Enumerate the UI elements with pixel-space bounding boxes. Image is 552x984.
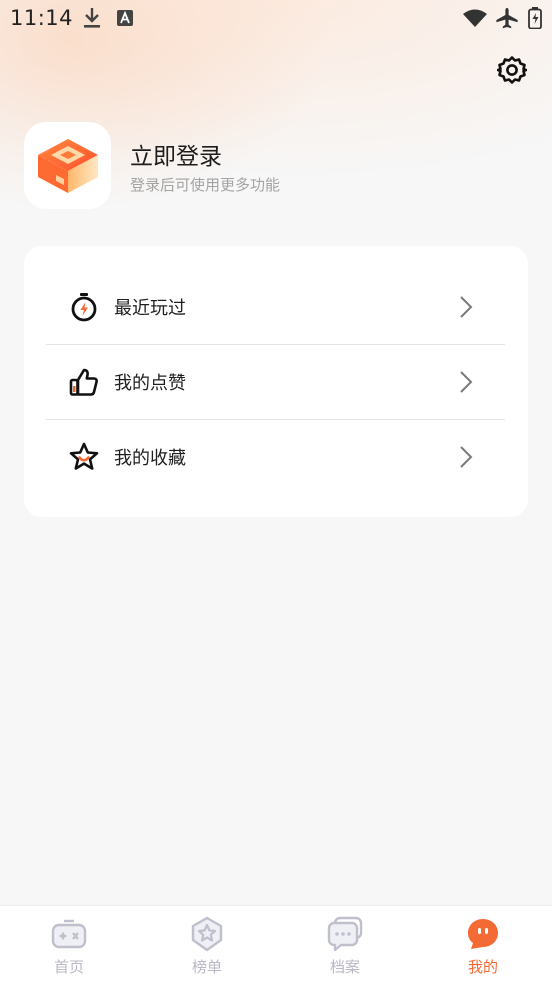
tab-rankings[interactable]: 榜单 bbox=[138, 906, 276, 984]
settings-button[interactable] bbox=[494, 52, 530, 88]
stopwatch-icon bbox=[71, 293, 97, 322]
chat-bubbles-icon bbox=[327, 916, 363, 952]
menu-item-recently-played[interactable]: 最近玩过 bbox=[24, 269, 528, 343]
tab-archive[interactable]: 档案 bbox=[276, 906, 414, 984]
download-icon bbox=[82, 6, 102, 34]
chevron-right-icon bbox=[460, 296, 473, 318]
star-icon bbox=[69, 442, 99, 470]
battery-icon bbox=[528, 7, 542, 33]
bottom-tab-bar: 首页 榜单 档案 我的 bbox=[0, 905, 552, 984]
profile-bubble-icon bbox=[468, 919, 498, 949]
tab-label: 我的 bbox=[467, 958, 498, 976]
tab-label: 首页 bbox=[53, 958, 84, 976]
status-time: 11:14 bbox=[10, 6, 74, 30]
gamepad-icon bbox=[51, 919, 87, 949]
chevron-right-icon bbox=[460, 446, 473, 468]
login-title[interactable]: 立即登录 bbox=[130, 137, 222, 171]
menu-item-label: 我的收藏 bbox=[114, 448, 186, 469]
thumbs-up-icon bbox=[69, 368, 98, 396]
chevron-right-icon bbox=[460, 371, 473, 393]
airplane-mode-icon bbox=[495, 7, 519, 33]
text-a-icon bbox=[116, 9, 134, 31]
menu-card: 最近玩过 我的点赞 我的收藏 bbox=[24, 246, 528, 517]
tab-label: 榜单 bbox=[191, 958, 222, 976]
app-logo[interactable] bbox=[24, 122, 111, 209]
status-bar: 11:14 bbox=[0, 0, 552, 36]
tab-mine[interactable]: 我的 bbox=[414, 906, 552, 984]
tab-label: 档案 bbox=[329, 958, 360, 976]
app-logo-icon bbox=[37, 138, 98, 193]
login-subtitle: 登录后可使用更多功能 bbox=[130, 176, 281, 194]
menu-item-my-favorites[interactable]: 我的收藏 bbox=[24, 419, 528, 493]
tab-home[interactable]: 首页 bbox=[0, 906, 138, 984]
badge-star-icon bbox=[191, 916, 223, 952]
wifi-icon bbox=[462, 8, 488, 32]
menu-item-label: 最近玩过 bbox=[114, 298, 186, 319]
menu-item-label: 我的点赞 bbox=[114, 373, 186, 394]
menu-item-my-likes[interactable]: 我的点赞 bbox=[24, 344, 528, 418]
gear-icon bbox=[497, 56, 527, 84]
